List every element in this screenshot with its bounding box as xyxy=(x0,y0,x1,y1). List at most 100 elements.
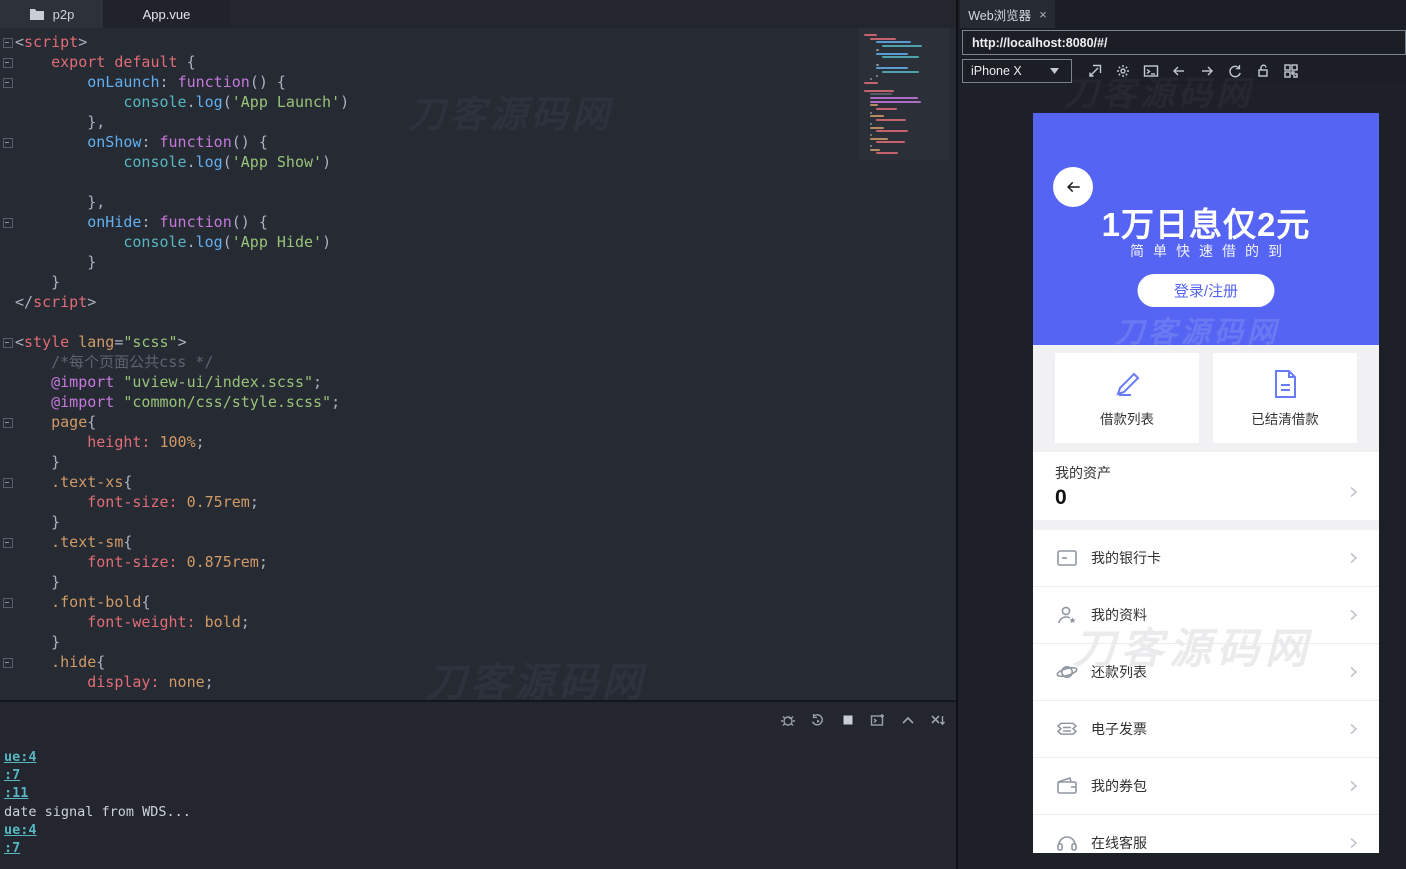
console-log-link[interactable]: :11 xyxy=(4,784,191,802)
gutter xyxy=(0,172,15,192)
console-icon[interactable] xyxy=(1142,62,1159,79)
tab-project-p2p[interactable]: p2p xyxy=(0,0,103,28)
console-log-link[interactable]: ue:4 xyxy=(4,748,191,766)
gutter xyxy=(0,632,15,652)
chevron-right-icon xyxy=(1345,721,1361,737)
forward-icon[interactable] xyxy=(1198,62,1215,79)
rerun-icon[interactable] xyxy=(809,711,826,728)
gutter xyxy=(0,672,15,692)
code-line: </script> xyxy=(0,292,349,312)
console-log-text: date signal from WDS... xyxy=(4,803,191,821)
ide-panel: p2p App.vue <script> export default { on… xyxy=(0,0,956,869)
fold-marker-icon[interactable] xyxy=(0,652,15,672)
close-icon[interactable]: × xyxy=(1039,7,1047,22)
code-line: } xyxy=(0,252,349,272)
fold-marker-icon[interactable] xyxy=(0,592,15,612)
code-editor[interactable]: <script> export default { onLaunch: func… xyxy=(0,28,956,700)
menu-row-label: 还款列表 xyxy=(1091,662,1345,682)
tab-file-appvue[interactable]: App.vue xyxy=(103,0,230,28)
clear-icon[interactable] xyxy=(929,711,946,728)
gutter xyxy=(0,432,15,452)
gutter xyxy=(0,192,15,212)
fold-marker-icon[interactable] xyxy=(0,412,15,432)
asset-value: 0 xyxy=(1055,486,1357,510)
qrcode-icon[interactable] xyxy=(1282,62,1299,79)
quick-card-document[interactable]: 已结清借款 xyxy=(1213,353,1357,443)
console-logs: ue:4:7:11date signal from WDS...ue:4:7 xyxy=(4,748,191,857)
chevron-right-icon xyxy=(1345,778,1361,794)
fold-marker-icon[interactable] xyxy=(0,472,15,492)
console-log-link[interactable]: :7 xyxy=(4,839,191,857)
menu-row-planet[interactable]: 还款列表 xyxy=(1033,644,1379,701)
watermark-hero: 刀客源码网 xyxy=(1115,309,1280,351)
minimap[interactable] xyxy=(858,28,950,160)
invoice-icon xyxy=(1055,717,1079,741)
fold-marker-icon[interactable] xyxy=(0,72,15,92)
code-line: page{ xyxy=(0,412,349,432)
code-line: font-size: 0.75rem; xyxy=(0,492,349,512)
fold-marker-icon[interactable] xyxy=(0,132,15,152)
settings-icon[interactable] xyxy=(1114,62,1131,79)
code-line xyxy=(0,312,349,332)
tab-project-label: p2p xyxy=(53,7,75,22)
fold-marker-icon[interactable] xyxy=(0,332,15,352)
browser-toolbar: iPhone X xyxy=(958,57,1406,84)
web-browser-panel: Web浏览器 × http://localhost:8080/#/ iPhone… xyxy=(956,0,1406,869)
gutter xyxy=(0,92,15,112)
back-icon[interactable] xyxy=(1170,62,1187,79)
bank-card-icon xyxy=(1055,546,1079,570)
chevron-right-icon xyxy=(1345,607,1361,623)
console-log-link[interactable]: ue:4 xyxy=(4,821,191,839)
code-line: }, xyxy=(0,112,349,132)
hero-title: 1万日息仅2元 xyxy=(1033,198,1379,246)
edit-pencil-icon xyxy=(1110,368,1144,400)
tab-web-browser-label: Web浏览器 xyxy=(968,5,1031,24)
fold-marker-icon[interactable] xyxy=(0,532,15,552)
gutter xyxy=(0,232,15,252)
code-line: <style lang="scss"> xyxy=(0,332,349,352)
gutter xyxy=(0,272,15,292)
asset-section[interactable]: 我的资产 0 xyxy=(1033,452,1379,520)
code-line: <script> xyxy=(0,32,349,52)
gutter xyxy=(0,552,15,572)
code-line: export default { xyxy=(0,52,349,72)
open-external-icon[interactable] xyxy=(1086,62,1103,79)
code-line: console.log('App Show') xyxy=(0,152,349,172)
fold-marker-icon[interactable] xyxy=(0,52,15,72)
code-line: /*每个页面公共css */ xyxy=(0,352,349,372)
collapse-icon[interactable] xyxy=(899,711,916,728)
arrow-left-icon xyxy=(1065,179,1082,196)
quick-card-label: 借款列表 xyxy=(1100,408,1154,428)
code-line: } xyxy=(0,632,349,652)
lock-icon[interactable] xyxy=(1254,62,1271,79)
gutter xyxy=(0,572,15,592)
menu-row-bank-card[interactable]: 我的银行卡 xyxy=(1033,530,1379,587)
menu-row-wallet[interactable]: 我的券包 xyxy=(1033,758,1379,815)
quick-card-edit-pencil[interactable]: 借款列表 xyxy=(1055,353,1199,443)
login-register-button[interactable]: 登录/注册 xyxy=(1138,274,1275,307)
menu-row-user[interactable]: 我的资料 xyxy=(1033,587,1379,644)
code-line: font-weight: bold; xyxy=(0,612,349,632)
new-terminal-icon[interactable] xyxy=(869,711,886,728)
watermark-code-mid: 刀客源码网 xyxy=(426,650,646,700)
hero-banner: 1万日息仅2元 简单快速借的到 登录/注册 刀客源码网 xyxy=(1033,113,1379,345)
fold-marker-icon[interactable] xyxy=(0,212,15,232)
chevron-right-icon xyxy=(1345,664,1361,680)
code-line: height: 100%; xyxy=(0,432,349,452)
code-line: } xyxy=(0,572,349,592)
code-line: .font-bold{ xyxy=(0,592,349,612)
menu-row-label: 电子发票 xyxy=(1091,719,1345,739)
stop-icon[interactable] xyxy=(839,711,856,728)
refresh-icon[interactable] xyxy=(1226,62,1243,79)
tab-web-browser[interactable]: Web浏览器 × xyxy=(960,0,1055,28)
menu-row-invoice[interactable]: 电子发票 xyxy=(1033,701,1379,758)
url-input[interactable]: http://localhost:8080/#/ xyxy=(962,30,1406,55)
fold-marker-icon[interactable] xyxy=(0,32,15,52)
gutter xyxy=(0,372,15,392)
menu-row-headset[interactable]: 在线客服 xyxy=(1033,815,1379,853)
console-log-link[interactable]: :7 xyxy=(4,766,191,784)
user-icon xyxy=(1055,603,1079,627)
gutter xyxy=(0,392,15,412)
debug-icon[interactable] xyxy=(779,711,796,728)
device-select[interactable]: iPhone X xyxy=(962,59,1072,83)
